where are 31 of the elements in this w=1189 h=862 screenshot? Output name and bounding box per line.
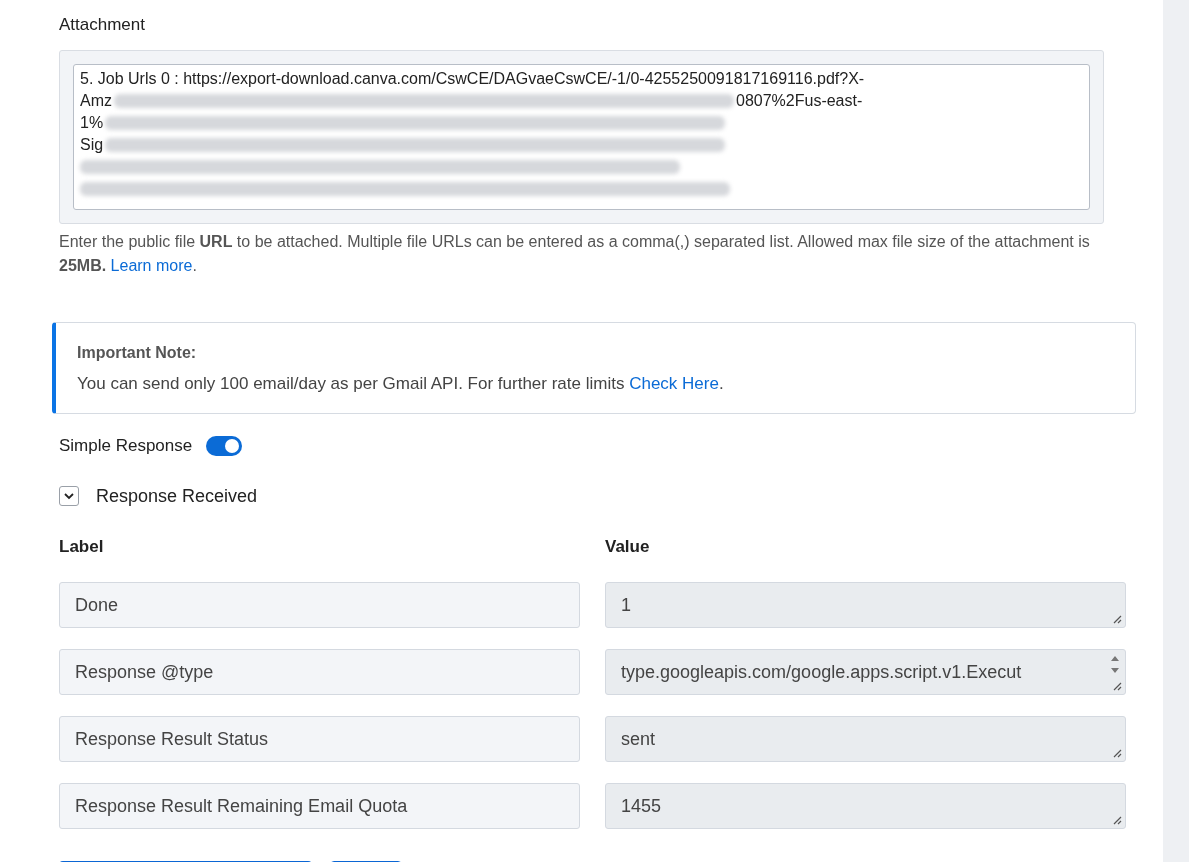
resize-grip-icon xyxy=(1113,615,1122,624)
column-header: Value xyxy=(605,535,651,558)
value-field[interactable]: 1 xyxy=(605,582,1126,628)
textarea-fragment: 1% xyxy=(80,112,104,133)
textarea-fragment: Sig xyxy=(80,134,104,155)
label-field[interactable]: Done xyxy=(59,582,580,628)
note-text: You can send only 100 email/day as per Gmail API. For further rate limits Check Here. xyxy=(77,372,725,395)
value-field[interactable]: sent xyxy=(605,716,1126,762)
toggle-label: Simple Response xyxy=(59,435,193,457)
section-title: Response Received xyxy=(96,484,258,508)
label-field[interactable]: Response @type xyxy=(59,649,580,695)
label-field[interactable]: Response Result Remaining Email Quota xyxy=(59,783,580,829)
url-textarea[interactable]: 5. Job Urls 0 : https://export-download.canva.com/CswCE/DAGvaeCswCE/-1/0-4255250091817169116.pdf?X- Amz 0807%2Fus-east- 1% Sig xyxy=(73,63,1090,210)
resize-grip-icon xyxy=(1113,816,1122,825)
textarea-line: 5. Job Urls 0 : https://export-download.canva.com/CswCE/DAGvaeCswCE/-1/0-4255250091817169116.pdf?X- xyxy=(80,68,866,89)
learn-more-link[interactable]: Learn more xyxy=(110,256,193,274)
resize-grip-icon xyxy=(1113,749,1122,758)
help-text: Enter the public file URL to be attached. Multiple file URLs can be entered as a comma(,) separated list. Allowed max file size of the attachment is 25MB. Learn more. xyxy=(59,231,1091,276)
note-title: Important Note: xyxy=(77,342,198,363)
field-label: Attachment xyxy=(59,14,146,36)
collapse-toggle[interactable] xyxy=(59,486,79,506)
value-field[interactable]: 1455 xyxy=(605,783,1126,829)
resize-grip-icon xyxy=(1113,682,1122,691)
textarea-fragment: 0807%2Fus-east- xyxy=(736,90,863,111)
toggle-switch[interactable] xyxy=(206,435,243,456)
chevron-icon xyxy=(64,492,74,500)
value-field[interactable]: type.googleapis.com/google.apps.script.v1.Execut xyxy=(605,649,1126,695)
column-header: Label xyxy=(59,535,105,558)
check-here-link[interactable]: Check Here xyxy=(629,373,719,393)
label-field[interactable]: Response Result Status xyxy=(59,716,580,762)
textarea-fragment: Amz xyxy=(80,90,112,111)
